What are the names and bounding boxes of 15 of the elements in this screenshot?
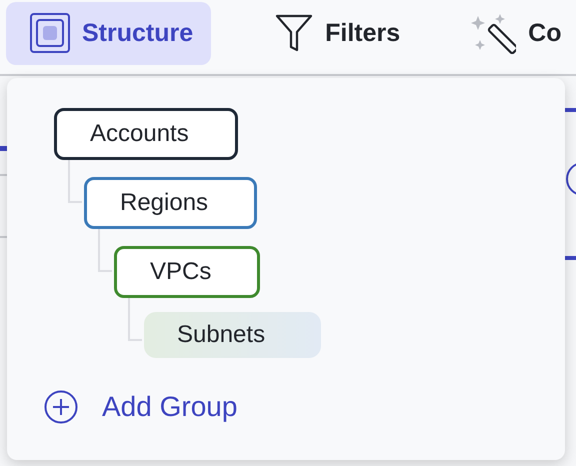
toolbar-tab[interactable]: Structure	[6, 2, 212, 64]
magic-wand-icon	[470, 12, 516, 54]
toolbar-tab[interactable]: Filters	[239, 2, 418, 64]
add-group-button[interactable]: Add Group	[44, 390, 238, 424]
toolbar-tab[interactable]: Co	[446, 2, 576, 64]
tree-connector	[98, 229, 112, 272]
filter-icon	[275, 14, 314, 52]
plus-circle-icon	[44, 390, 78, 424]
suggested-node[interactable]: Subnets	[144, 312, 322, 358]
layers-icon	[30, 13, 70, 53]
tree-node[interactable]: VPCs	[114, 246, 260, 298]
tree-connector	[68, 160, 82, 203]
tree-connector	[128, 298, 142, 341]
tree-node[interactable]: Regions	[84, 177, 258, 229]
tree-node[interactable]: Accounts	[54, 108, 238, 160]
